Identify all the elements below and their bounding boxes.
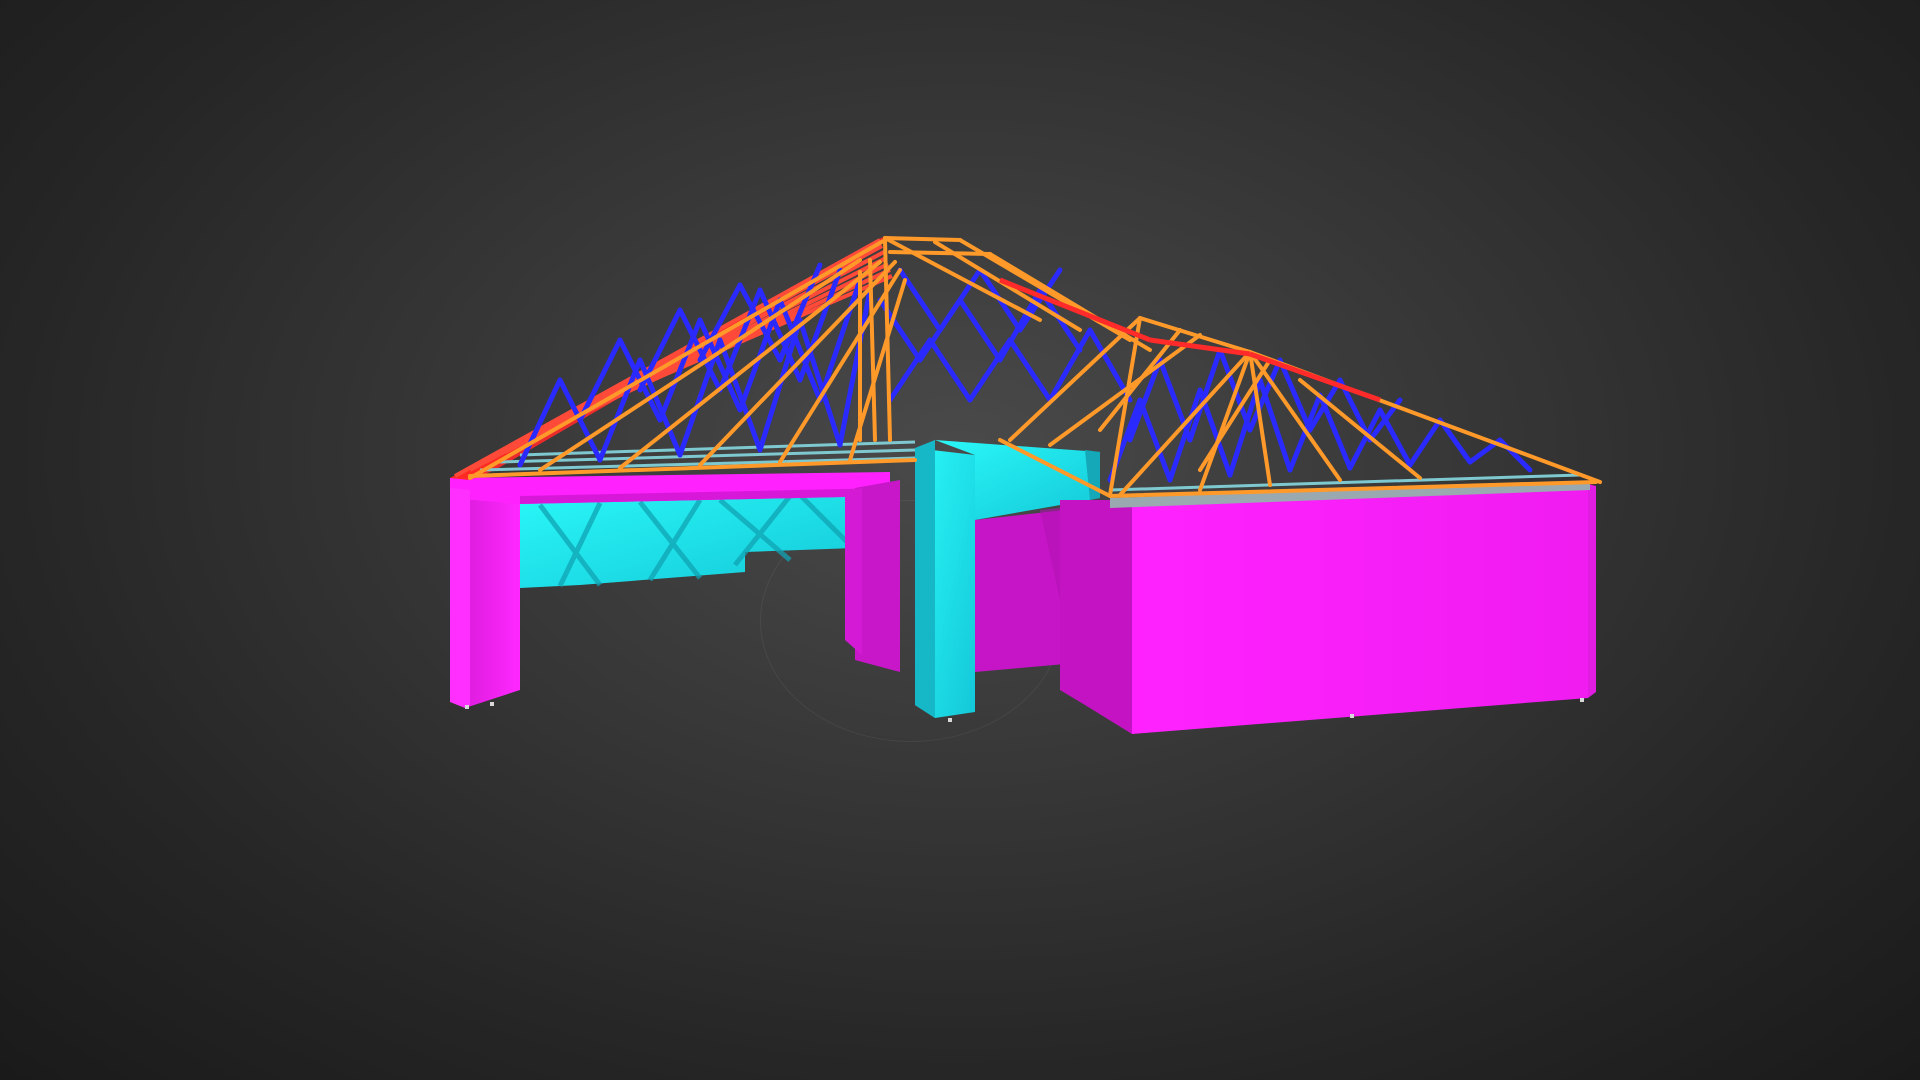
right-wing-end-wall: [1588, 484, 1596, 698]
left-corner-post: [450, 488, 470, 708]
3d-viewer-canvas[interactable]: [0, 0, 1920, 1080]
right-wing-front-wall: [1132, 484, 1588, 734]
truss-webs-center: [877, 267, 1133, 403]
right-wing: [1060, 482, 1596, 734]
left-wing: [450, 472, 900, 708]
building-model[interactable]: [0, 0, 1920, 1080]
truss-webs-right: [1107, 347, 1533, 483]
entry-pillar-side: [915, 440, 935, 718]
right-wing-left-wall: [1060, 500, 1132, 734]
